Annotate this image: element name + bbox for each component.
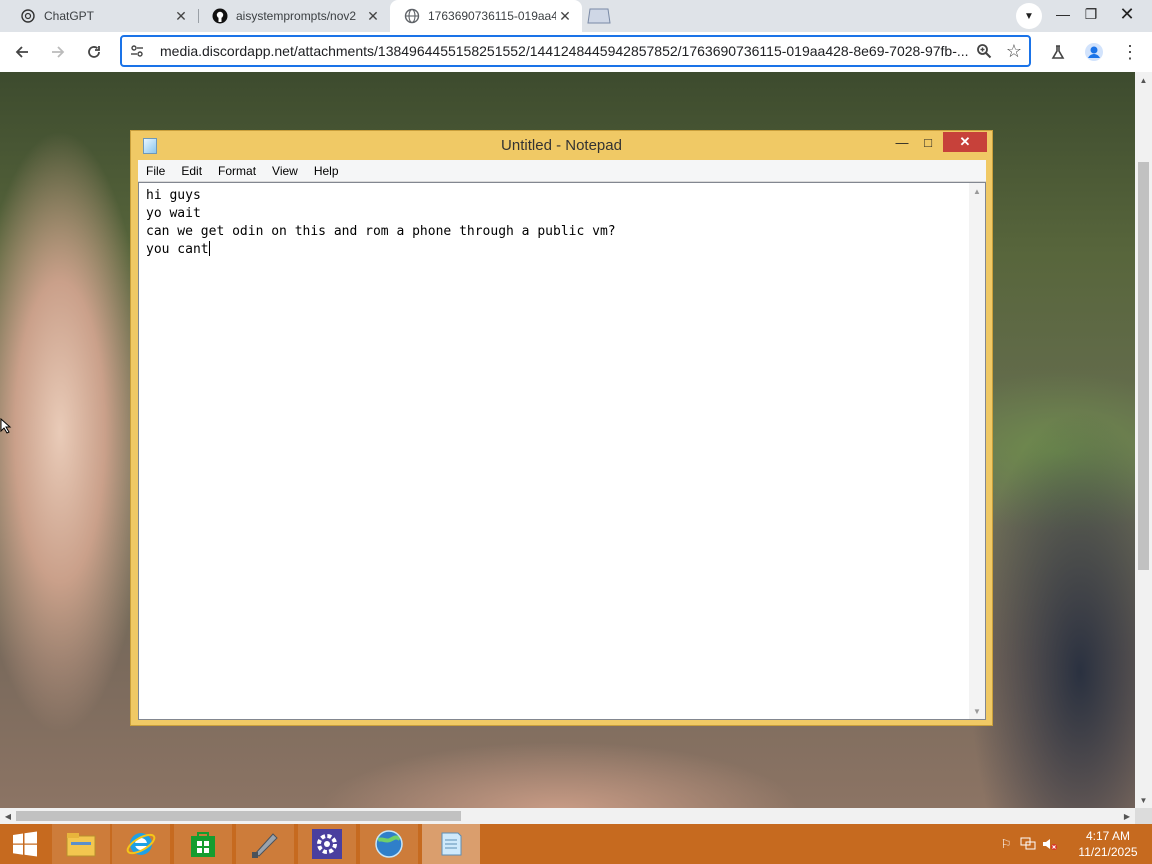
windows-logo-icon: [13, 831, 37, 857]
taskbar-settings[interactable]: [298, 824, 356, 864]
action-center-flag-icon[interactable]: ⚐: [995, 833, 1017, 855]
minimize-button[interactable]: —: [889, 132, 915, 152]
file-explorer-icon: [66, 833, 96, 857]
close-tab-icon[interactable]: ✕: [364, 7, 382, 25]
tab-title: 1763690736115-019aa4: [428, 9, 556, 23]
network-icon[interactable]: [1017, 833, 1039, 855]
taskbar-internet-explorer[interactable]: [112, 824, 170, 864]
scroll-left-icon[interactable]: ◀: [0, 808, 16, 824]
taskbar-store[interactable]: [174, 824, 232, 864]
back-button[interactable]: [8, 38, 36, 66]
globe-icon: [404, 8, 420, 24]
reload-button[interactable]: [80, 38, 108, 66]
openai-icon: [20, 8, 36, 24]
maximize-button[interactable]: □: [915, 132, 941, 152]
tab-strip: ChatGPT ✕ aisystemprompts/nov2 ✕ 1763690…: [0, 0, 1152, 32]
text-line: you cant: [146, 242, 209, 257]
github-icon: [212, 8, 228, 24]
menu-edit[interactable]: Edit: [173, 164, 210, 178]
browser-toolbar: media.discordapp.net/attachments/1384964…: [0, 32, 1152, 73]
internet-explorer-icon: [126, 833, 156, 855]
scroll-up-icon[interactable]: ▲: [1135, 72, 1152, 88]
menu-view[interactable]: View: [264, 164, 306, 178]
volume-muted-icon[interactable]: [1039, 833, 1061, 855]
address-bar[interactable]: media.discordapp.net/attachments/1384964…: [120, 35, 1031, 67]
zoom-icon[interactable]: [969, 37, 999, 65]
tab-title: ChatGPT: [44, 9, 95, 23]
close-tab-icon[interactable]: ✕: [172, 7, 190, 25]
labs-flask-icon[interactable]: [1044, 38, 1072, 66]
system-tray: ⚐: [995, 824, 1061, 864]
text-line: hi guys: [146, 188, 201, 203]
restore-button[interactable]: ❐: [1074, 0, 1108, 28]
site-info-icon[interactable]: [122, 37, 152, 65]
menu-file[interactable]: File: [138, 164, 173, 178]
text-caret: [208, 241, 210, 256]
notepad-window: Untitled - Notepad — □ ✕ File Edit Forma…: [130, 130, 993, 726]
taskbar-file-explorer[interactable]: [52, 824, 110, 864]
store-icon: [191, 832, 215, 857]
bookmark-star-icon[interactable]: ☆: [999, 37, 1029, 65]
profile-avatar[interactable]: [1080, 38, 1108, 66]
forward-button[interactable]: [44, 38, 72, 66]
tool-icon: [252, 833, 278, 858]
clock[interactable]: 4:17 AM 11/21/2025: [1070, 828, 1146, 860]
chevron-down-icon: ▼: [1024, 10, 1034, 22]
tab-chatgpt[interactable]: ChatGPT ✕: [6, 0, 198, 32]
scroll-thumb[interactable]: [1138, 162, 1149, 570]
menu-help[interactable]: Help: [306, 164, 347, 178]
tab-search-button[interactable]: ▼: [1016, 3, 1042, 29]
window-title: Untitled - Notepad: [501, 137, 622, 154]
notepad-titlebar[interactable]: Untitled - Notepad — □ ✕: [131, 131, 992, 159]
scroll-down-icon[interactable]: ▼: [1135, 792, 1152, 808]
document-text[interactable]: hi guys yo wait can we get odin on this …: [146, 187, 616, 259]
tab-discord-image[interactable]: 1763690736115-019aa4 ✕: [390, 0, 582, 32]
clock-time: 4:17 AM: [1085, 829, 1131, 843]
text-line-last: you cant: [146, 241, 616, 259]
tab-github[interactable]: aisystemprompts/nov2 ✕: [198, 0, 390, 32]
menu-format[interactable]: Format: [210, 164, 264, 178]
scroll-down-icon[interactable]: ▼: [969, 703, 985, 719]
scroll-thumb[interactable]: [16, 811, 461, 821]
url-text: media.discordapp.net/attachments/1384964…: [160, 43, 969, 59]
editor-vertical-scrollbar[interactable]: ▲ ▼: [969, 183, 985, 719]
notepad-icon: [441, 832, 462, 856]
page-vertical-scrollbar[interactable]: ▲ ▼: [1135, 72, 1152, 808]
close-button[interactable]: ✕: [943, 132, 987, 152]
start-button[interactable]: [0, 824, 50, 864]
scrollbar-corner: [1135, 808, 1152, 824]
close-window-button[interactable]: ✕: [1110, 0, 1144, 28]
tab-title: aisystemprompts/nov2: [236, 9, 357, 23]
scroll-right-icon[interactable]: ▶: [1119, 808, 1135, 824]
menu-bar: File Edit Format View Help: [138, 160, 986, 182]
text-editor[interactable]: hi guys yo wait can we get odin on this …: [138, 182, 986, 720]
new-tab-button[interactable]: [586, 7, 612, 25]
taskbar: ⚐ 4:17 AM 11/21/2025: [0, 824, 1152, 864]
clock-date: 11/21/2025: [1078, 845, 1138, 859]
scroll-up-icon[interactable]: ▲: [969, 183, 985, 199]
taskbar-notepad[interactable]: [422, 824, 480, 864]
text-line: yo wait: [146, 206, 201, 221]
text-line: can we get odin on this and rom a phone …: [146, 224, 616, 239]
mouse-cursor-icon: [0, 417, 12, 437]
settings-icon: [312, 829, 342, 859]
taskbar-tool[interactable]: [236, 824, 294, 864]
kebab-menu-icon[interactable]: ⋮: [1116, 38, 1144, 66]
page-horizontal-scrollbar[interactable]: ◀ ▶: [0, 808, 1135, 824]
taskbar-browser[interactable]: [360, 824, 418, 864]
browser-icon: [375, 830, 403, 858]
close-tab-icon[interactable]: ✕: [556, 7, 574, 25]
